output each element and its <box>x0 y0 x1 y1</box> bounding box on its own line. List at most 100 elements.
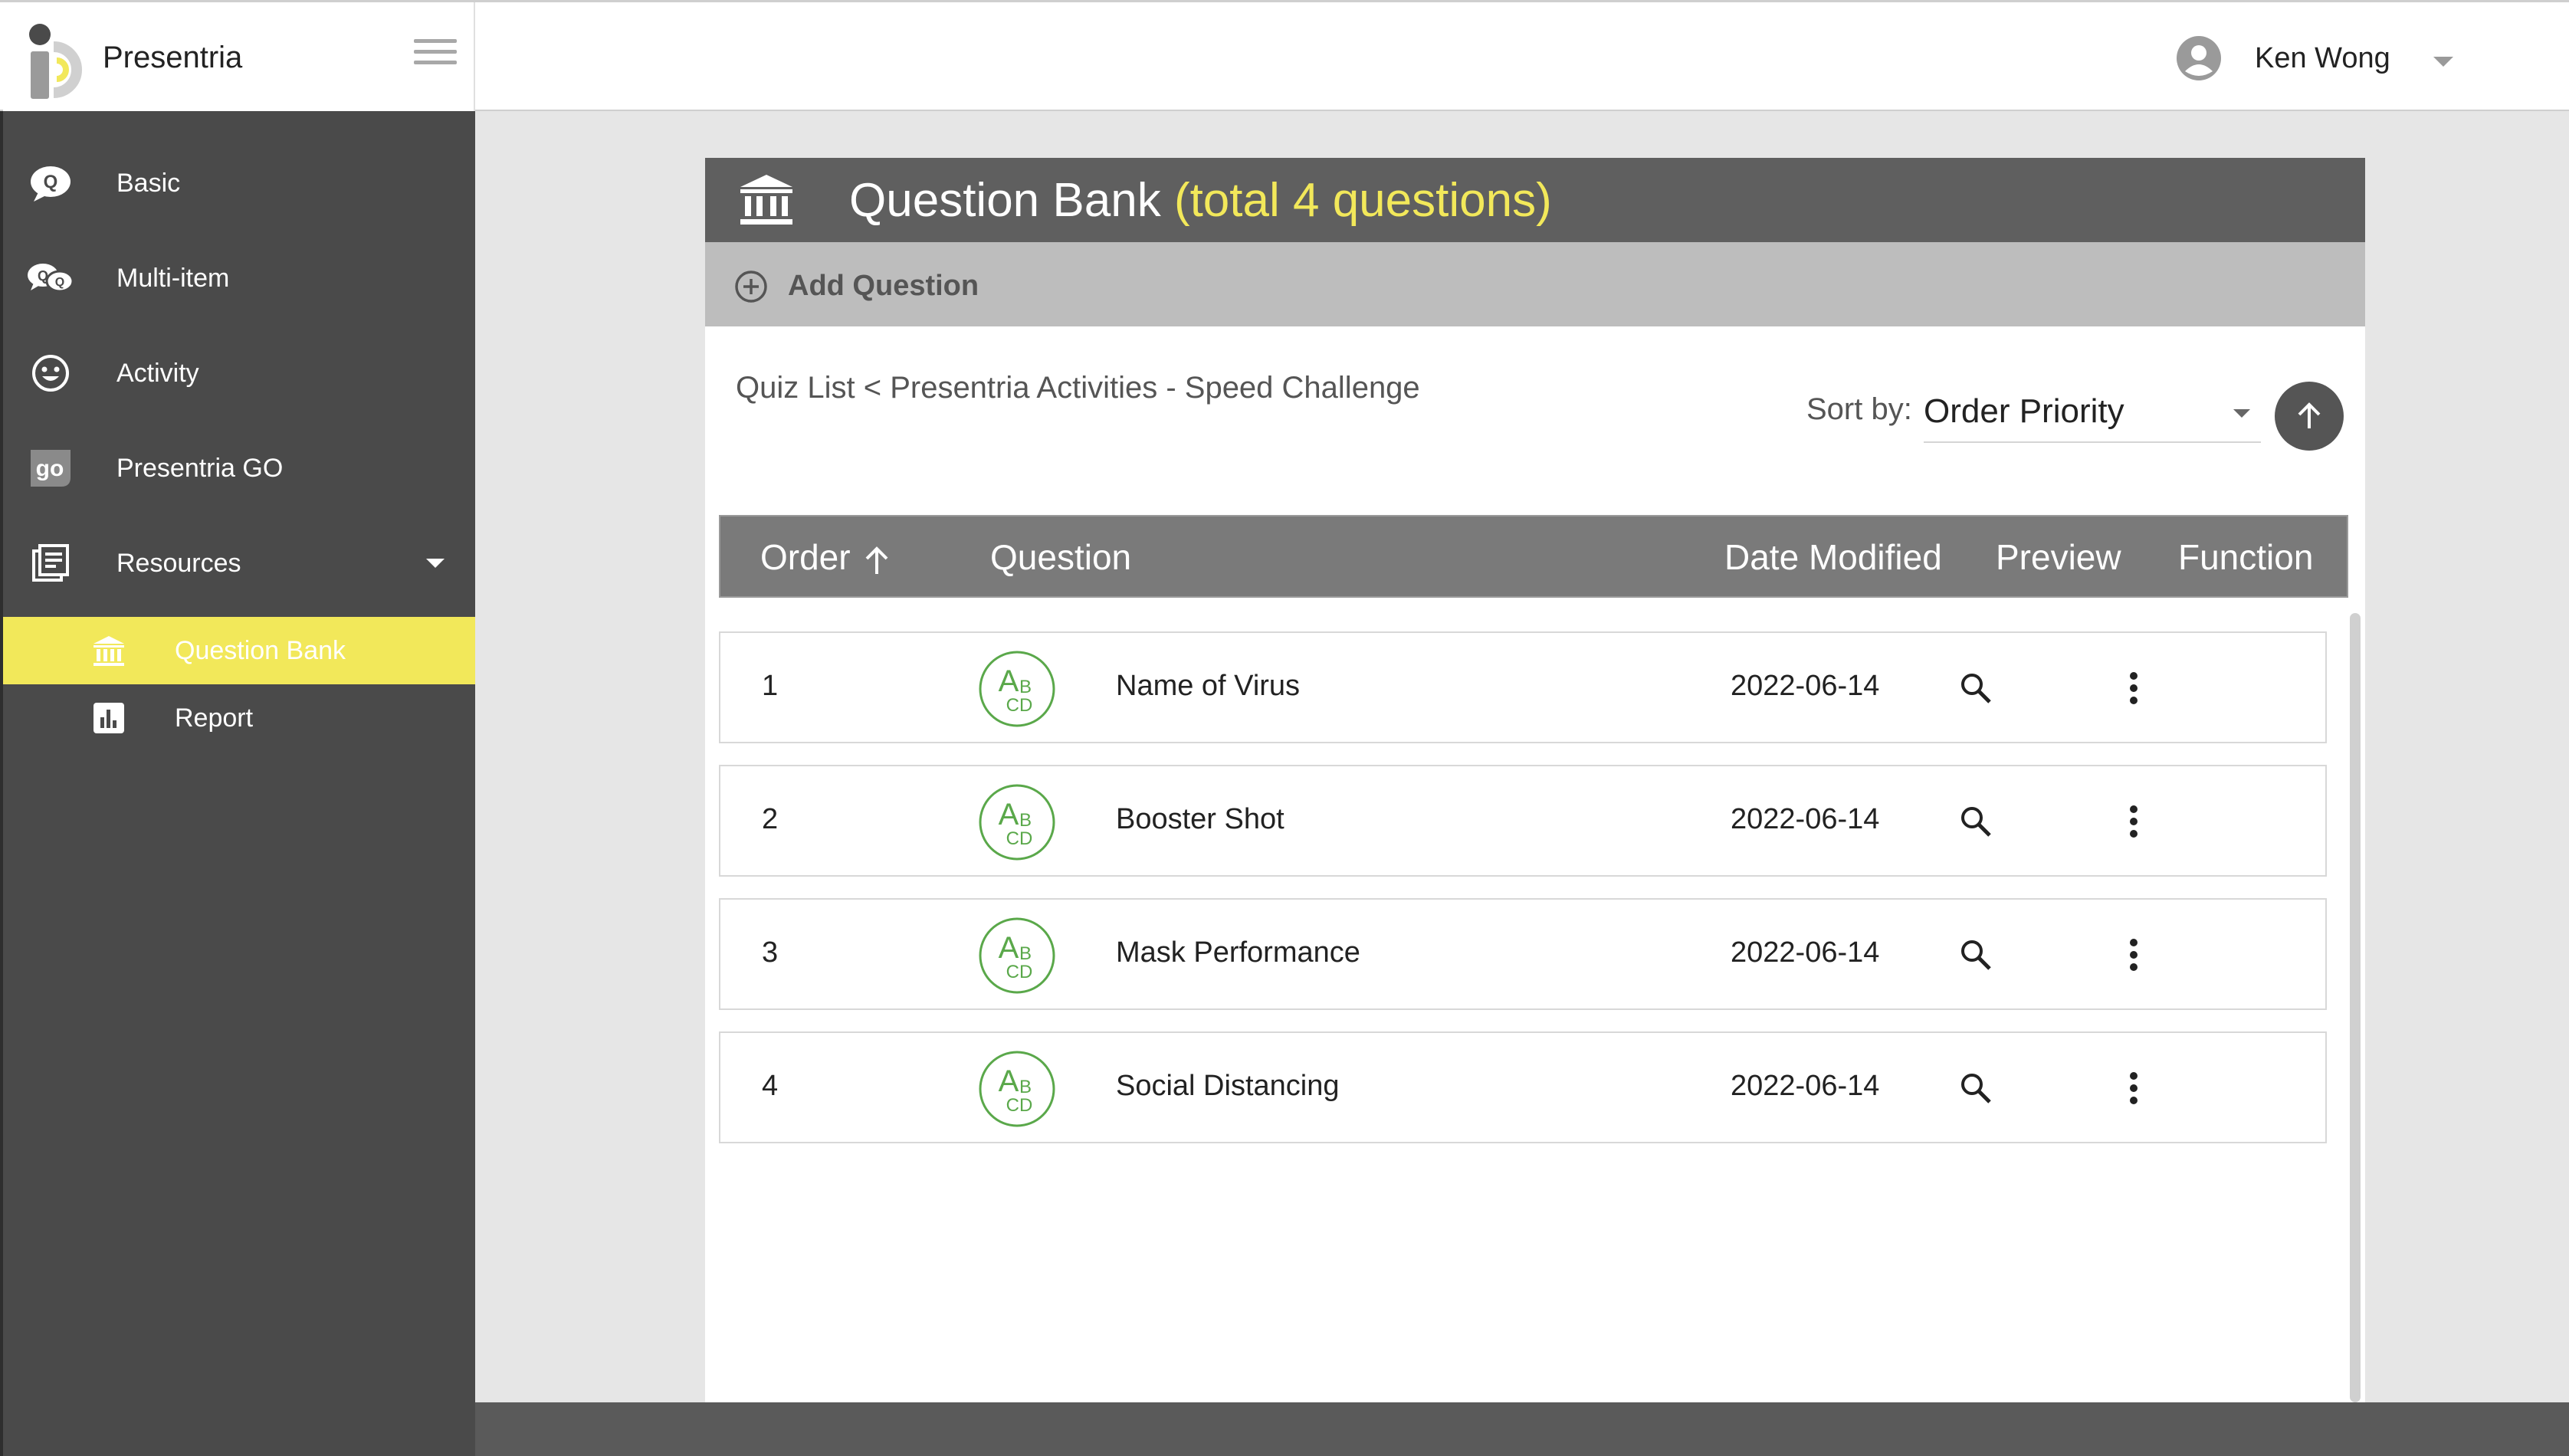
row-question: Mask Performance <box>1116 936 1360 969</box>
row-order: 2 <box>762 803 779 835</box>
hamburger-menu-icon[interactable] <box>414 39 457 70</box>
q-bubble-icon: Q <box>26 162 75 205</box>
column-header-function: Function <box>2178 537 2314 577</box>
column-header-preview: Preview <box>1996 537 2121 577</box>
question-count: (total 4 questions) <box>1173 174 1552 227</box>
page-title: Question Bank (total 4 questions) <box>849 173 1552 228</box>
table-row[interactable]: 4 A B CD Social Distancing 2022-06-14 <box>719 1031 2327 1143</box>
column-header-question: Question <box>990 537 1132 577</box>
multiple-choice-icon: A B CD <box>979 1051 1055 1127</box>
search-icon <box>1961 807 1991 837</box>
multi-bubble-icon: Q Q <box>26 257 75 300</box>
row-date: 2022-06-14 <box>1731 936 1880 969</box>
breadcrumb: Quiz List < Presentria Activities - Spee… <box>736 371 1420 405</box>
more-vertical-icon <box>2130 805 2138 838</box>
panel-header: Question Bank (total 4 questions) <box>705 158 2365 242</box>
add-circle-icon <box>735 271 767 303</box>
search-icon <box>1961 1074 1991 1103</box>
sidebar-item-label: Basic <box>116 168 181 198</box>
sidebar-item-label: Activity <box>116 358 199 388</box>
more-options-button[interactable] <box>2109 797 2158 846</box>
more-vertical-icon <box>2130 1072 2138 1104</box>
search-icon <box>1961 940 1991 970</box>
table-row[interactable]: 2 A B CD Booster Shot 2022-06-14 <box>719 765 2327 877</box>
chevron-down-icon <box>426 559 445 568</box>
preview-button[interactable] <box>1951 797 2000 846</box>
svg-text:Q: Q <box>38 268 48 284</box>
resources-icon <box>26 542 75 585</box>
sidebar-item-label: Report <box>175 703 254 733</box>
table-scrollbar[interactable] <box>2350 613 2361 1402</box>
sidebar: Q Basic Q Q Multi-item Activity go Prese… <box>3 111 475 1456</box>
sort-by-select[interactable]: Order Priority <box>1924 380 2261 443</box>
preview-button[interactable] <box>1951 1064 2000 1113</box>
table-row[interactable]: 3 A B CD Mask Performance 2022-06-14 <box>719 898 2327 1010</box>
preview-button[interactable] <box>1951 664 2000 713</box>
row-question: Name of Virus <box>1116 670 1301 702</box>
column-header-date: Date Modified <box>1724 537 1942 577</box>
svg-text:CD: CD <box>1006 828 1033 849</box>
bank-icon <box>90 632 127 669</box>
bank-icon <box>740 175 792 225</box>
sidebar-item-label: Resources <box>116 548 241 578</box>
question-bank-panel: Question Bank (total 4 questions) Add Qu… <box>705 158 2365 1402</box>
more-options-button[interactable] <box>2109 1064 2158 1113</box>
svg-text:B: B <box>1019 810 1032 831</box>
svg-text:Q: Q <box>44 172 58 192</box>
row-order: 1 <box>762 670 779 702</box>
row-date: 2022-06-14 <box>1731 803 1880 835</box>
svg-text:CD: CD <box>1006 695 1033 716</box>
more-vertical-icon <box>2130 672 2138 704</box>
sort-label: Sort by: <box>1806 392 1912 426</box>
user-menu[interactable]: Ken Wong <box>2177 33 2453 84</box>
svg-text:A: A <box>999 931 1019 965</box>
row-order: 3 <box>762 936 779 969</box>
svg-text:Q: Q <box>55 276 64 289</box>
brand-name: Presentria <box>103 41 243 74</box>
user-name: Ken Wong <box>2255 41 2390 74</box>
search-icon <box>1961 674 1991 703</box>
column-header-order[interactable]: Order <box>760 536 891 578</box>
chevron-down-icon <box>2433 56 2453 67</box>
sidebar-item-label: Question Bank <box>175 635 346 665</box>
svg-text:A: A <box>999 1064 1019 1098</box>
svg-text:B: B <box>1019 943 1032 964</box>
preview-button[interactable] <box>1951 930 2000 979</box>
sidebar-item-multi-item[interactable]: Q Q Multi-item <box>3 240 475 316</box>
table-header: Order Question Date Modified Preview Fun… <box>719 515 2348 598</box>
sort-direction-button[interactable] <box>2275 382 2344 451</box>
svg-text:CD: CD <box>1006 1095 1033 1116</box>
footer-bar <box>475 1402 2569 1456</box>
svg-text:A: A <box>999 798 1019 831</box>
chevron-down-icon <box>2233 409 2250 418</box>
sidebar-item-presentria-go[interactable]: go Presentria GO <box>3 430 475 507</box>
more-options-button[interactable] <box>2109 930 2158 979</box>
smiley-icon <box>26 352 75 395</box>
svg-text:B: B <box>1019 677 1032 697</box>
row-question: Social Distancing <box>1116 1070 1340 1102</box>
sidebar-item-question-bank[interactable]: Question Bank <box>3 617 475 684</box>
add-question-button[interactable]: Add Question <box>705 242 2365 326</box>
go-icon: go <box>26 447 75 490</box>
user-avatar-icon <box>2177 36 2221 80</box>
add-question-label: Add Question <box>788 270 979 302</box>
brand-area: Presentria <box>3 2 475 112</box>
multiple-choice-icon: A B CD <box>979 917 1055 994</box>
sidebar-item-report[interactable]: Report <box>3 684 475 752</box>
table-row[interactable]: 1 A B CD Name of Virus 2022-06-14 <box>719 631 2327 743</box>
bar-chart-icon <box>90 700 127 736</box>
sidebar-item-activity[interactable]: Activity <box>3 335 475 412</box>
sort-by-value: Order Priority <box>1924 392 2124 430</box>
arrow-up-icon <box>865 546 888 574</box>
sidebar-item-label: Presentria GO <box>116 453 284 483</box>
sidebar-item-resources[interactable]: Resources <box>3 525 475 602</box>
svg-text:go: go <box>36 456 64 481</box>
column-header-order-label: Order <box>760 537 851 577</box>
svg-text:B: B <box>1019 1077 1032 1097</box>
svg-text:CD: CD <box>1006 962 1033 982</box>
page-title-text: Question Bank <box>849 174 1161 227</box>
sidebar-item-basic[interactable]: Q Basic <box>3 145 475 221</box>
presentria-logo-icon <box>29 24 82 99</box>
more-options-button[interactable] <box>2109 664 2158 713</box>
top-bar: Presentria Ken Wong <box>0 0 2569 112</box>
